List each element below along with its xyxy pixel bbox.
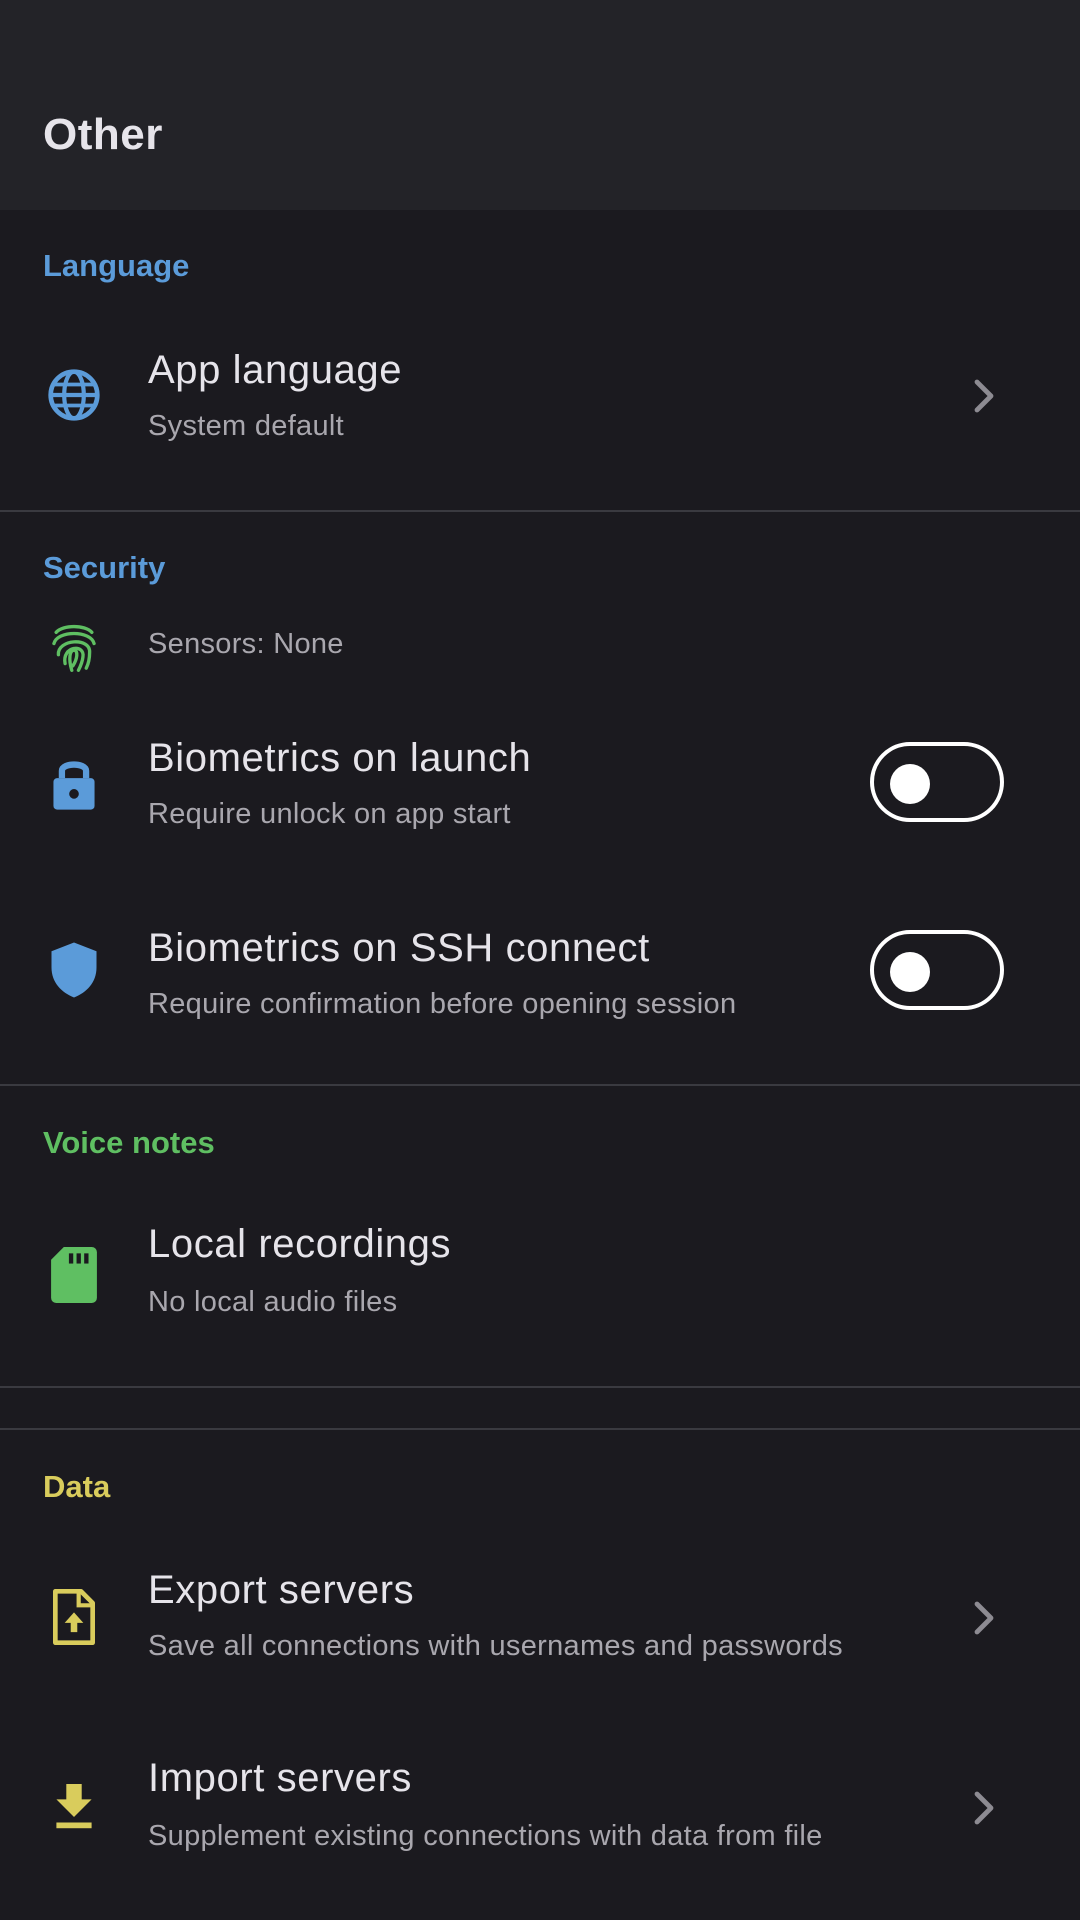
toggle-knob: [890, 764, 930, 804]
section-header-voice-notes: Voice notes: [43, 1125, 215, 1160]
import-servers-item[interactable]: Import servers Supplement existing conne…: [0, 1740, 1080, 1890]
import-servers-title: Import servers: [148, 1756, 413, 1800]
sensors-item: Sensors: None: [0, 610, 1080, 690]
page-title: Other: [43, 110, 163, 159]
file-upload-icon: [44, 1587, 104, 1647]
local-recordings-subtitle: No local audio files: [148, 1286, 398, 1318]
toggle-knob: [890, 952, 930, 992]
lock-icon: [44, 753, 104, 813]
section-divider: [0, 1084, 1080, 1086]
sd-card-icon: [44, 1245, 104, 1305]
biometrics-ssh-toggle[interactable]: [870, 930, 1004, 1010]
fingerprint-icon: [44, 618, 104, 678]
app-bar: Other: [0, 0, 1080, 210]
chevron-right-icon: [970, 376, 1000, 416]
section-header-data: Data: [43, 1469, 111, 1504]
section-divider: [0, 1386, 1080, 1388]
chevron-right-icon: [970, 1598, 1000, 1638]
export-servers-item[interactable]: Export servers Save all connections with…: [0, 1550, 1080, 1700]
import-servers-subtitle: Supplement existing connections with dat…: [148, 1820, 823, 1852]
section-header-language: Language: [43, 248, 190, 283]
biometrics-ssh-item[interactable]: Biometrics on SSH connect Require confir…: [0, 910, 1080, 1060]
download-icon: [44, 1776, 104, 1836]
biometrics-launch-subtitle: Require unlock on app start: [148, 798, 511, 830]
export-servers-subtitle: Save all connections with usernames and …: [148, 1630, 843, 1662]
biometrics-launch-title: Biometrics on launch: [148, 736, 532, 780]
local-recordings-item[interactable]: Local recordings No local audio files: [0, 1210, 1080, 1360]
section-divider: [0, 1428, 1080, 1430]
biometrics-launch-item[interactable]: Biometrics on launch Require unlock on a…: [0, 720, 1080, 870]
sensors-label: Sensors: None: [148, 628, 344, 660]
biometrics-launch-toggle[interactable]: [870, 742, 1004, 822]
section-divider: [0, 510, 1080, 512]
app-language-title: App language: [148, 348, 403, 392]
globe-icon: [44, 365, 104, 425]
section-header-security: Security: [43, 550, 166, 585]
shield-icon: [44, 940, 104, 1000]
export-servers-title: Export servers: [148, 1568, 415, 1612]
biometrics-ssh-title: Biometrics on SSH connect: [148, 926, 650, 970]
local-recordings-title: Local recordings: [148, 1222, 452, 1266]
chevron-right-icon: [970, 1788, 1000, 1828]
biometrics-ssh-subtitle: Require confirmation before opening sess…: [148, 988, 737, 1020]
app-language-item[interactable]: App language System default: [0, 330, 1080, 480]
app-language-subtitle: System default: [148, 410, 345, 442]
